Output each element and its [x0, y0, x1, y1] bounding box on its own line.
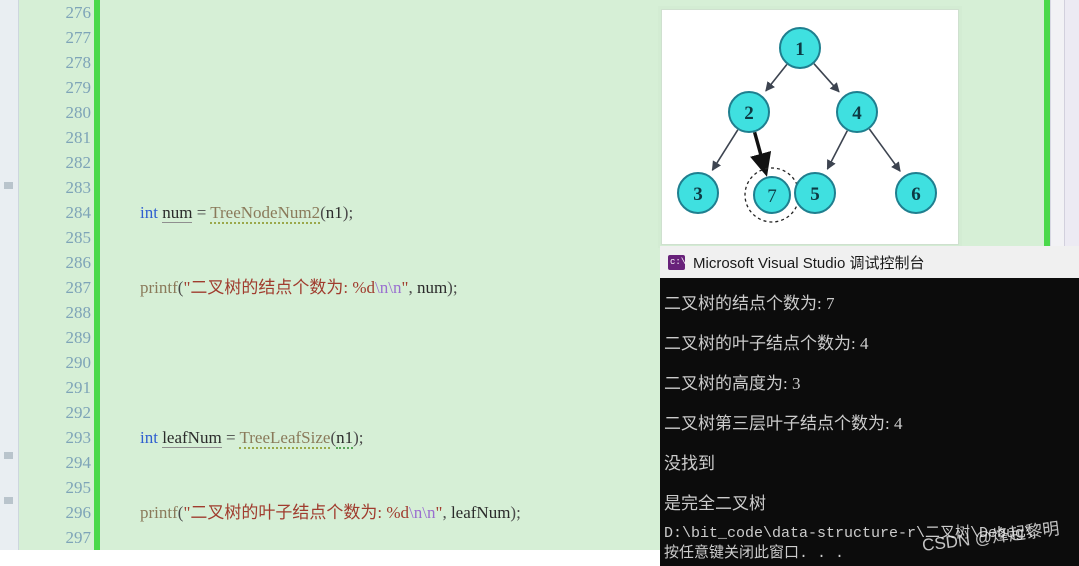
- line-number-column: 276 277 278 279 280 281 282 283 284 285 286 287 288 2…: [19, 0, 92, 566]
- tree-svg: 1 2 4 3 7 5 6: [677, 27, 937, 223]
- tree-edge: [868, 128, 901, 172]
- line-number: 289: [65, 328, 92, 347]
- binary-tree-diagram: 1 2 4 3 7 5 6: [661, 9, 959, 245]
- tree-node-label: 6: [911, 184, 921, 205]
- line-number: 287: [65, 278, 92, 297]
- tree-edge: [750, 131, 772, 177]
- line-number: 285: [65, 228, 92, 247]
- bookmark-mark: [4, 182, 13, 189]
- line-number: 284: [65, 203, 92, 222]
- line-number: 294: [65, 453, 92, 472]
- console-line: 二叉树的叶子结点个数为: 4: [664, 334, 869, 353]
- tree-node-label: 2: [744, 103, 754, 124]
- tree-node-label: 5: [810, 184, 820, 205]
- console-title-text: Microsoft Visual Studio 调试控制台: [693, 254, 925, 272]
- console-line: 二叉树第三层叶子结点个数为: 4: [664, 414, 903, 433]
- console-prompt-line: 按任意键关闭此窗口. . .: [664, 545, 845, 562]
- console-title-bar[interactable]: Microsoft Visual Studio 调试控制台: [660, 246, 1079, 278]
- console-line: 二叉树的结点个数为: 7: [664, 294, 835, 313]
- tree-node-label: 3: [693, 184, 703, 205]
- editor-far-left-margin: [0, 0, 19, 566]
- line-number: 281: [65, 128, 92, 147]
- console-line: 是完全二叉树: [664, 494, 766, 513]
- bookmark-mark: [4, 452, 13, 459]
- tree-node-label: 1: [795, 39, 805, 60]
- line-number: 297: [65, 528, 92, 547]
- console-line: 二叉树的高度为: 3: [664, 374, 801, 393]
- tree-node-label: 4: [852, 103, 862, 124]
- line-number: 290: [65, 353, 92, 372]
- console-app-icon: [668, 254, 686, 270]
- tree-node-label: 7: [767, 186, 777, 207]
- line-number: 286: [65, 253, 92, 272]
- line-number: 288: [65, 303, 92, 322]
- line-number: 292: [65, 403, 92, 422]
- tree-edge: [711, 129, 739, 171]
- debug-console-window[interactable]: Microsoft Visual Studio 调试控制台 二叉树的结点个数为:…: [660, 246, 1079, 566]
- console-path-line: D:\bit_code\data-structure-r\二叉树\Debug\: [664, 525, 1034, 542]
- line-number: 283: [65, 178, 92, 197]
- console-output[interactable]: 二叉树的结点个数为: 7 二叉树的叶子结点个数为: 4 二叉树的高度为: 3 二…: [660, 278, 1079, 566]
- line-number: 279: [65, 78, 92, 97]
- tree-nodes: 1 2 4 3 7 5 6: [677, 27, 937, 223]
- line-number: 280: [65, 103, 92, 122]
- screenshot-root: 276 277 278 279 280 281 282 283 284 285 286 287 288 2…: [0, 0, 1079, 566]
- line-number: 293: [65, 428, 92, 447]
- line-number: 277: [65, 28, 92, 47]
- tree-edge: [765, 63, 788, 92]
- line-number: 282: [65, 153, 92, 172]
- line-number: 296: [65, 503, 92, 522]
- bookmark-mark: [4, 497, 13, 504]
- line-number: 278: [65, 53, 92, 72]
- tree-edge: [813, 63, 840, 93]
- line-number: 276: [65, 3, 92, 22]
- line-number: 291: [65, 378, 92, 397]
- console-line: 没找到: [664, 454, 715, 473]
- tree-edge: [826, 130, 849, 170]
- line-number: 295: [65, 478, 92, 497]
